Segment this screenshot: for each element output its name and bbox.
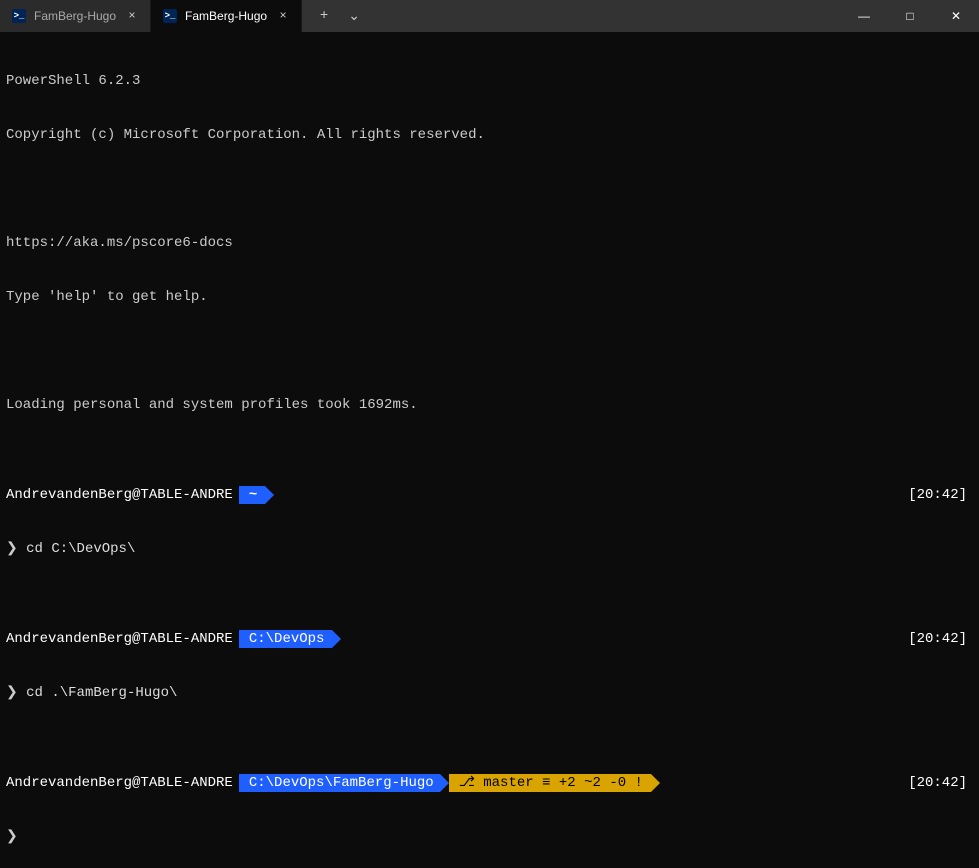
ps-help-hint: Type 'help' to get help. — [6, 288, 208, 306]
close-icon[interactable]: × — [275, 8, 291, 24]
git-dirty: ! — [635, 774, 643, 792]
prompt-symbol: ❯ — [6, 540, 18, 558]
command-line: ❯ cd .\FamBerg-Hugo\ — [6, 684, 973, 702]
drag-region[interactable] — [362, 0, 841, 32]
git-segment: ⎇ master ≡ +2 ~2 -0 ! — [449, 774, 651, 792]
tab-title: FamBerg-Hugo — [34, 9, 116, 23]
path-text: C:\DevOps — [249, 630, 325, 648]
timestamp: [20:42] — [908, 486, 973, 504]
tab-2[interactable]: >_ FamBerg-Hugo × — [151, 0, 302, 32]
tabs: >_ FamBerg-Hugo × >_ FamBerg-Hugo × — [0, 0, 302, 32]
ps-version: PowerShell 6.2.3 — [6, 72, 140, 90]
ps-copyright: Copyright (c) Microsoft Corporation. All… — [6, 126, 485, 144]
ps-docs-url: https://aka.ms/pscore6-docs — [6, 234, 233, 252]
titlebar: >_ FamBerg-Hugo × >_ FamBerg-Hugo × + ⌄ … — [0, 0, 979, 32]
path-segment: C:\DevOps — [239, 630, 333, 648]
path-segment-home: ~ — [239, 486, 265, 504]
tab-dropdown-button[interactable]: ⌄ — [346, 8, 362, 25]
prompt-symbol: ❯ — [6, 684, 18, 702]
path-segment: C:\DevOps\FamBerg-Hugo — [239, 774, 440, 792]
profile-load-msg: Loading personal and system profiles too… — [6, 396, 418, 414]
branch-icon: ⎇ — [459, 774, 475, 792]
prompt-line: AndrevandenBerg@TABLE-ANDRE ~ [20:42] — [6, 486, 973, 504]
command-line-current[interactable]: ❯ — [6, 828, 973, 846]
minimize-button[interactable]: — — [841, 0, 887, 32]
timestamp: [20:42] — [908, 774, 973, 792]
prompt-line: AndrevandenBerg@TABLE-ANDRE C:\DevOps [2… — [6, 630, 973, 648]
tab-1[interactable]: >_ FamBerg-Hugo × — [0, 0, 151, 32]
close-button[interactable]: ✕ — [933, 0, 979, 32]
git-ahead: +2 — [559, 774, 576, 792]
path-text: C:\DevOps\FamBerg-Hugo — [249, 774, 434, 792]
git-stash: -0 — [609, 774, 626, 792]
user-host: AndrevandenBerg@TABLE-ANDRE — [6, 774, 233, 792]
powershell-icon: >_ — [163, 9, 177, 23]
command-text: cd .\FamBerg-Hugo\ — [26, 684, 177, 702]
command-text: cd C:\DevOps\ — [26, 540, 135, 558]
home-icon: ~ — [249, 486, 257, 504]
powershell-icon: >_ — [12, 9, 26, 23]
close-icon[interactable]: × — [124, 8, 140, 24]
command-line: ❯ cd C:\DevOps\ — [6, 540, 973, 558]
maximize-button[interactable]: □ — [887, 0, 933, 32]
git-behind: ~2 — [584, 774, 601, 792]
timestamp: [20:42] — [908, 630, 973, 648]
tab-title: FamBerg-Hugo — [185, 9, 267, 23]
git-equiv-icon: ≡ — [542, 774, 550, 792]
window-controls: — □ ✕ — [841, 0, 979, 32]
tab-actions: + ⌄ — [302, 0, 362, 32]
new-tab-button[interactable]: + — [316, 8, 332, 24]
user-host: AndrevandenBerg@TABLE-ANDRE — [6, 486, 233, 504]
prompt-symbol: ❯ — [6, 828, 18, 846]
user-host: AndrevandenBerg@TABLE-ANDRE — [6, 630, 233, 648]
terminal-output[interactable]: PowerShell 6.2.3 Copyright (c) Microsoft… — [0, 32, 979, 868]
git-branch: master — [483, 774, 533, 792]
prompt-line: AndrevandenBerg@TABLE-ANDRE C:\DevOps\Fa… — [6, 774, 973, 792]
